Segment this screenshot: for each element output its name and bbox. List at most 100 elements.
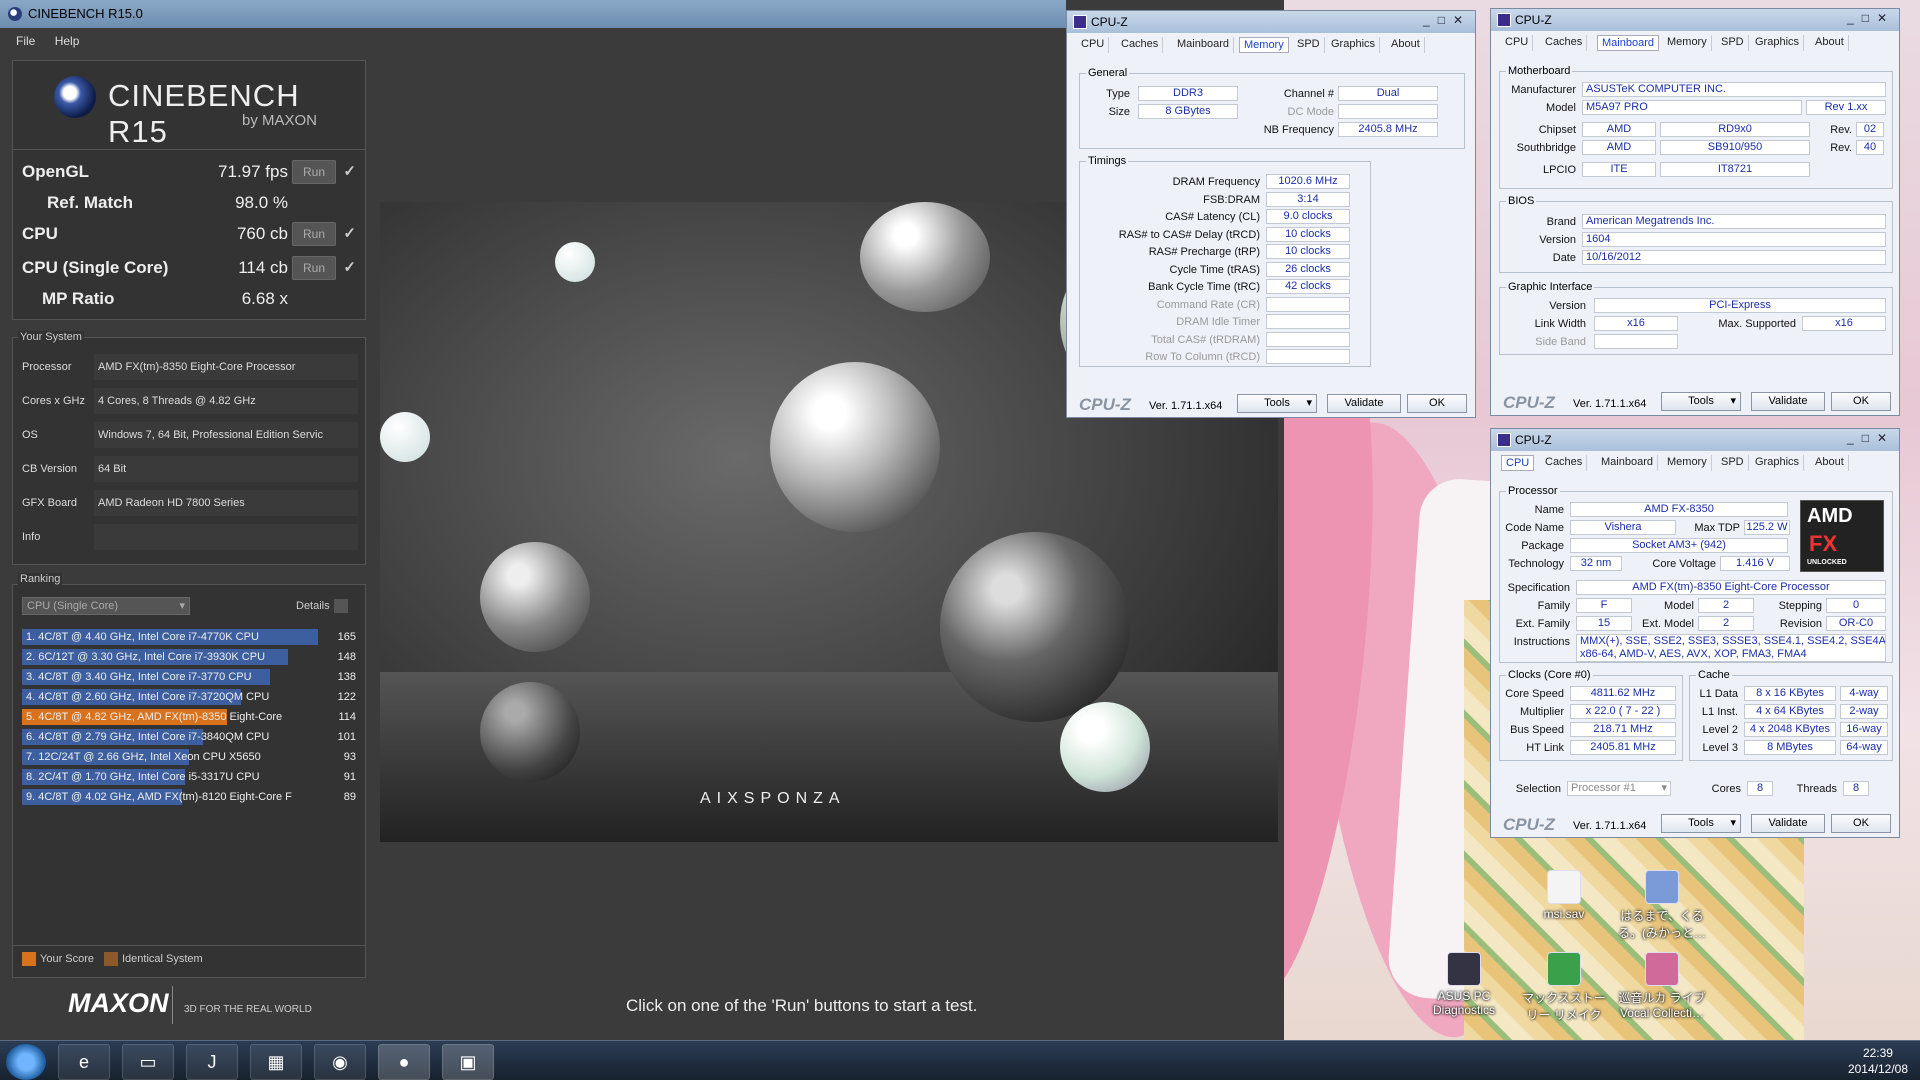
ranking-row: 6. 4C/8T @ 2.79 GHz, Intel Core i7-3840Q… — [22, 728, 356, 746]
cpuz-titlebar[interactable]: CPU-Z _□✕ — [1491, 429, 1899, 451]
legend-swatch — [22, 952, 36, 966]
chrome-icon[interactable]: ◉ — [314, 1044, 366, 1080]
info-field[interactable] — [94, 524, 358, 550]
tab-mainboard[interactable]: Mainboard — [1597, 35, 1659, 51]
explorer-icon[interactable]: ▭ — [122, 1044, 174, 1080]
desktop-icon-msi[interactable]: msi.sav — [1520, 870, 1608, 921]
cinebench-titlebar[interactable]: CINEBENCH R15.0 — [0, 0, 1066, 28]
system-value: AMD FX(tm)-8350 Eight-Core Processor — [94, 354, 358, 380]
cpuid-icon[interactable]: ▦ — [250, 1044, 302, 1080]
timing-label: FSB:DRAM — [1203, 193, 1260, 206]
field-label: L1 Inst. — [1701, 706, 1738, 718]
tab-mainboard[interactable]: Mainboard — [1173, 37, 1234, 53]
tab-graphics[interactable]: Graphics — [1327, 37, 1381, 53]
ranking-selector[interactable]: CPU (Single Core) ▾ — [22, 597, 190, 615]
ie-icon[interactable]: e — [58, 1044, 110, 1080]
field-label: Rev. — [1830, 142, 1852, 154]
tools-label: Tools — [1264, 397, 1290, 409]
desktop-icon-game1[interactable]: はるまで、くるる。(みかっと… — [1618, 870, 1706, 941]
cpuz-app-icon — [1073, 15, 1087, 29]
desktop-icon-asus-diagnostics[interactable]: ASUS PC Diagnostics — [1420, 952, 1508, 1017]
clocks-group: Clocks (Core #0) Core Speed 4811.62 MHz … — [1499, 669, 1683, 761]
tools-button[interactable]: Tools ▾ — [1661, 814, 1741, 833]
cpuz-icon[interactable]: ▣ — [442, 1044, 494, 1080]
tab-graphics[interactable]: Graphics — [1751, 455, 1805, 471]
run-cpu-button[interactable]: Run — [292, 222, 336, 246]
timing-label: Command Rate (CR) — [1156, 298, 1260, 311]
field-label: LPCIO — [1542, 164, 1576, 176]
tab-memory[interactable]: Memory — [1663, 35, 1712, 51]
validate-button[interactable]: Validate — [1751, 814, 1825, 833]
tab-spd[interactable]: SPD — [1293, 37, 1325, 53]
cpuz-titlebar[interactable]: CPU-Z _□✕ — [1067, 11, 1475, 33]
cpuz-memory-window: CPU-Z _□✕ CPU Caches Mainboard Memory SPD… — [1066, 10, 1476, 418]
tab-about[interactable]: About — [1387, 37, 1425, 53]
run-cpu-single-button[interactable]: Run — [292, 256, 336, 280]
level-2: 4 x 2048 KBytes — [1744, 722, 1836, 737]
field-label: Type — [1106, 88, 1130, 100]
validate-button[interactable]: Validate — [1327, 394, 1401, 413]
window-controls-icon[interactable]: _□✕ — [1423, 13, 1471, 27]
tab-about[interactable]: About — [1811, 455, 1849, 471]
cpu-ext-model: 2 — [1698, 616, 1754, 631]
tab-cpu[interactable]: CPU — [1501, 35, 1534, 51]
tools-button[interactable]: Tools ▾ — [1661, 392, 1741, 411]
bios-date: 10/16/2012 — [1582, 250, 1886, 265]
tab-cpu[interactable]: CPU — [1077, 37, 1110, 53]
notepad-icon[interactable]: J — [186, 1044, 238, 1080]
ok-button[interactable]: OK — [1831, 392, 1891, 411]
details-button[interactable]: Details — [296, 599, 348, 613]
window-title: CINEBENCH R15.0 — [28, 6, 143, 21]
score-cpu-single: CPU (Single Core) 114 cb Run ✓ — [22, 254, 362, 282]
start-button[interactable] — [6, 1044, 46, 1080]
mb-model-rev: Rev 1.xx — [1806, 100, 1886, 115]
cinebench-icon[interactable]: ● — [378, 1044, 430, 1080]
clock-date: 2014/12/08 — [1847, 1062, 1908, 1076]
tab-spd[interactable]: SPD — [1717, 455, 1749, 471]
desktop-icon-game3[interactable]: 巡音ルカ ライブ Vocal Collecti… — [1618, 952, 1706, 1020]
menu-help[interactable]: Help — [55, 34, 80, 48]
desktop-icon-label: msi.sav — [1543, 907, 1585, 921]
timing-value: 1020.6 MHz — [1266, 174, 1350, 189]
aixsponza-logo: AIXSPONZA — [700, 790, 846, 807]
mb-manufacturer: ASUSTeK COMPUTER INC. — [1582, 82, 1886, 97]
cpu-stepping: 0 — [1826, 598, 1886, 613]
ranking-text: 5. 4C/8T @ 4.82 GHz, AMD FX(tm)-8350 Eig… — [26, 711, 283, 723]
window-controls-icon[interactable]: _□✕ — [1847, 431, 1895, 445]
field-label: HT Link — [1526, 742, 1564, 754]
score-label: Ref. Match — [47, 193, 133, 212]
tools-button[interactable]: Tools ▾ — [1237, 394, 1317, 413]
window-controls-icon[interactable]: _□✕ — [1847, 11, 1895, 25]
tab-mainboard[interactable]: Mainboard — [1597, 455, 1658, 471]
tab-caches[interactable]: Caches — [1117, 37, 1164, 53]
menu-file[interactable]: File — [16, 34, 35, 48]
tab-memory[interactable]: Memory — [1239, 37, 1289, 53]
check-icon[interactable]: ✓ — [343, 162, 356, 180]
ok-button[interactable]: OK — [1831, 814, 1891, 833]
ok-button[interactable]: OK — [1407, 394, 1467, 413]
tab-graphics[interactable]: Graphics — [1751, 35, 1805, 51]
chipset-vendor: AMD — [1582, 122, 1656, 137]
cpuz-cpu-window: CPU-Z _□✕ CPU Caches Mainboard Memory SPD… — [1490, 428, 1900, 838]
validate-button[interactable]: Validate — [1751, 392, 1825, 411]
chipset: RD9x0 — [1660, 122, 1810, 137]
check-icon[interactable]: ✓ — [343, 224, 356, 242]
tab-caches[interactable]: Caches — [1541, 455, 1588, 471]
processor-selector[interactable]: Processor #1 ▾ — [1567, 781, 1671, 796]
run-opengl-button[interactable]: Run — [292, 160, 336, 184]
tab-spd[interactable]: SPD — [1717, 35, 1749, 51]
tab-memory[interactable]: Memory — [1663, 455, 1712, 471]
cpuz-titlebar[interactable]: CPU-Z _□✕ — [1491, 9, 1899, 31]
field-label: Chipset — [1538, 124, 1576, 136]
system-clock[interactable]: 22:39 2014/12/08 — [1848, 1045, 1908, 1077]
tab-about[interactable]: About — [1811, 35, 1849, 51]
desktop-icon-game2[interactable]: マックスストーリー リメイク — [1520, 952, 1608, 1023]
cpu-model: 2 — [1698, 598, 1754, 613]
legend-label: Your Score — [40, 952, 95, 965]
tab-caches[interactable]: Caches — [1541, 35, 1588, 51]
group-title: General — [1086, 67, 1130, 79]
motherboard-group: Motherboard Manufacturer ASUSTeK COMPUTE… — [1499, 65, 1893, 189]
check-icon[interactable]: ✓ — [343, 258, 356, 276]
cinebench-logo: CINEBENCH R15 by MAXON — [12, 62, 366, 150]
tab-cpu[interactable]: CPU — [1501, 455, 1535, 471]
